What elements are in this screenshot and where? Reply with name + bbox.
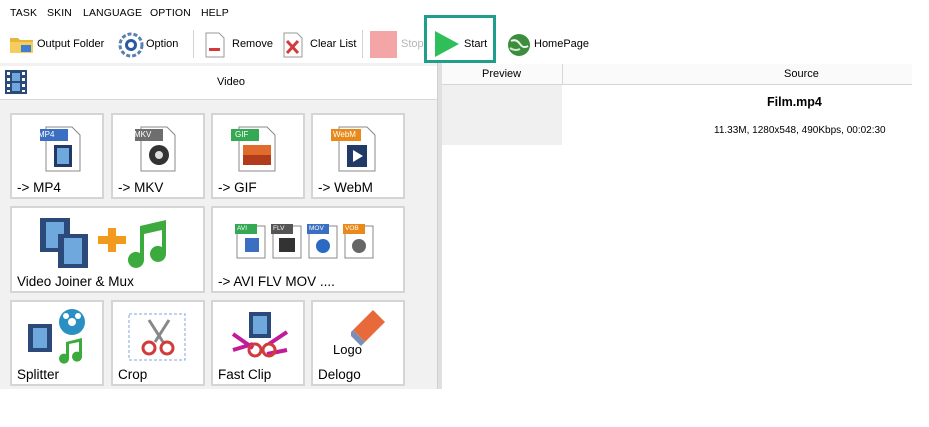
mov-badge: MOV [309, 225, 324, 232]
to-mp4-tile[interactable]: MP4 -> MP4 [10, 113, 104, 199]
delogo-label: Delogo [318, 367, 361, 382]
to-avi-flv-mov-tile[interactable]: AVI FLV MOV VOB -> AVI FLV MOV .... [211, 206, 405, 293]
crop-tile[interactable]: Crop [111, 300, 205, 386]
splitter-label: Splitter [17, 367, 60, 382]
output-folder-button[interactable]: Output Folder [9, 28, 104, 60]
start-button[interactable]: Start [434, 28, 487, 60]
logo-text: Logo [333, 342, 362, 357]
homepage-button[interactable]: HomePage [506, 28, 589, 60]
vob-badge: VOB [345, 225, 359, 232]
film-icon [4, 69, 28, 95]
video-joiner-mux-tile[interactable]: Video Joiner & Mux [10, 206, 205, 293]
file-info: 11.33M, 1280x548, 490Kbps, 00:02:30 [714, 125, 886, 136]
video-preview-thumbnail [442, 85, 562, 145]
avi-badge: AVI [237, 225, 247, 232]
fast-clip-icon [229, 310, 291, 362]
video-category-label: Video [217, 76, 245, 88]
file-name: Film.mp4 [767, 95, 822, 109]
to-gif-tile[interactable]: GIF -> GIF [211, 113, 305, 199]
remove-label: Remove [232, 38, 273, 50]
to-mp4-label: -> MP4 [17, 180, 61, 195]
mp4-badge: MP4 [38, 130, 55, 139]
file-list-header: Preview Source [442, 64, 912, 85]
stop-icon [370, 30, 397, 58]
webm-badge: WebM [333, 130, 356, 139]
file-row[interactable]: Film.mp4 11.33M, 1280x548, 490Kbps, 00:0… [442, 85, 912, 145]
stop-button[interactable]: Stop [370, 28, 424, 60]
to-mkv-label: -> MKV [118, 180, 164, 195]
clear-list-icon [282, 32, 306, 58]
option-button[interactable]: Option [118, 28, 178, 60]
clear-list-button[interactable]: Clear List [282, 28, 356, 60]
video-joiner-mux-label: Video Joiner & Mux [17, 274, 134, 289]
preview-column-header[interactable]: Preview [482, 68, 521, 80]
stop-label: Stop [401, 38, 424, 50]
to-gif-label: -> GIF [218, 180, 257, 195]
gif-badge: GIF [235, 130, 249, 139]
joiner-mux-icon [40, 216, 190, 274]
play-icon [434, 30, 460, 58]
globe-icon [506, 32, 530, 56]
source-column-header[interactable]: Source [784, 68, 819, 80]
fast-clip-tile[interactable]: Fast Clip [211, 300, 305, 386]
splitter-tile[interactable]: Splitter [10, 300, 104, 386]
output-folder-label: Output Folder [37, 38, 105, 50]
menu-option[interactable]: OPTION [150, 7, 191, 19]
crop-label: Crop [118, 367, 148, 382]
to-mkv-tile[interactable]: MKV -> MKV [111, 113, 205, 199]
remove-file-icon [204, 32, 228, 58]
flv-badge: FLV [273, 225, 285, 232]
to-webm-tile[interactable]: WebM -> WebM [311, 113, 405, 199]
video-category-header[interactable]: Video [0, 66, 437, 100]
menu-help[interactable]: HELP [201, 7, 229, 19]
mkv-badge: MKV [134, 130, 152, 139]
crop-scissors-icon [127, 312, 189, 364]
menu-language[interactable]: LANGUAGE [83, 7, 142, 19]
to-avi-flv-mov-label: -> AVI FLV MOV .... [218, 274, 335, 289]
menu-task[interactable]: TASK [10, 7, 37, 19]
gear-icon [118, 32, 144, 58]
homepage-label: HomePage [534, 38, 590, 50]
to-webm-label: -> WebM [318, 180, 373, 195]
splitter-icon [28, 308, 92, 366]
menu-skin[interactable]: SKIN [47, 7, 72, 19]
folder-icon [9, 32, 33, 56]
clear-list-label: Clear List [310, 38, 357, 50]
option-label: Option [146, 38, 179, 50]
delogo-tile[interactable]: Logo Delogo [311, 300, 405, 386]
start-label: Start [464, 38, 488, 50]
remove-button[interactable]: Remove [204, 28, 273, 60]
fast-clip-label: Fast Clip [218, 367, 272, 382]
